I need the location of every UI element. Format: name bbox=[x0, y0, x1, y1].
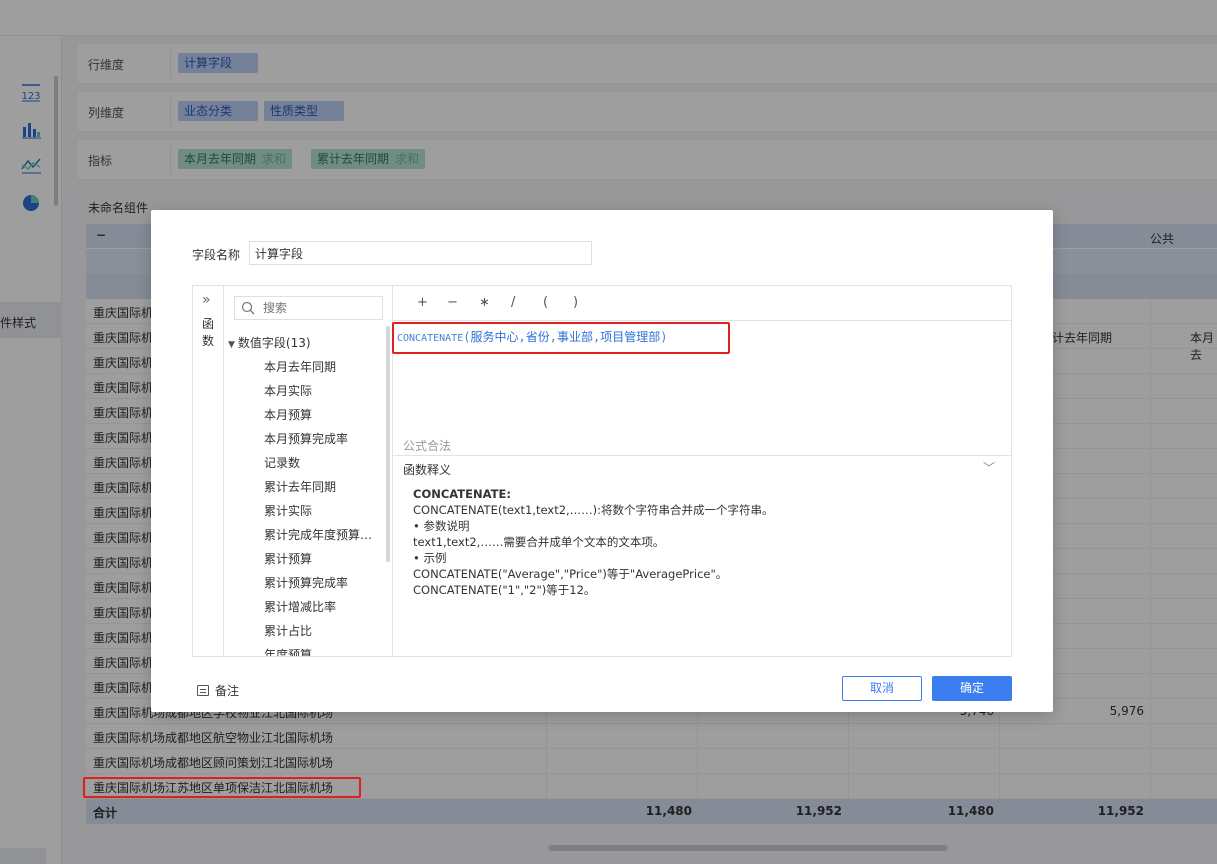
multiply-operator[interactable]: ∗ bbox=[479, 295, 490, 310]
annotation-highlight-row bbox=[83, 777, 361, 798]
function-explanation-title: 函数释义 bbox=[403, 463, 452, 477]
operator-bar: + − ∗ / ( ) bbox=[393, 286, 1011, 321]
calculated-field-dialog: 字段名称 » 函数 ▼数值字段(13) 本月去年同期 本月实际 本月预算 本月预… bbox=[151, 210, 1053, 712]
functions-label[interactable]: 函数 bbox=[202, 316, 216, 350]
field-item[interactable]: 本月去年同期 bbox=[264, 358, 379, 375]
explain-line: CONCATENATE("1","2")等于12。 bbox=[413, 583, 596, 597]
cancel-button[interactable]: 取消 bbox=[842, 676, 922, 701]
explain-line: text1,text2,……需要合并成单个文本的文本项。 bbox=[413, 535, 665, 549]
field-name-label: 字段名称 bbox=[192, 248, 241, 262]
expand-chevron-icon[interactable]: » bbox=[202, 292, 211, 308]
field-item[interactable]: 本月实际 bbox=[264, 382, 379, 399]
note-button[interactable]: 备注 bbox=[197, 682, 239, 699]
function-panel-toggle[interactable]: » 函数 bbox=[193, 286, 224, 656]
confirm-button[interactable]: 确定 bbox=[932, 676, 1012, 701]
explain-line: • 参数说明 bbox=[413, 519, 470, 533]
field-item[interactable]: 记录数 bbox=[264, 454, 379, 471]
formula-valid-status: 公式合法 bbox=[403, 439, 452, 453]
field-item[interactable]: 累计预算完成率 bbox=[264, 574, 379, 591]
field-name-input[interactable] bbox=[249, 241, 592, 265]
field-item[interactable]: 累计增减比率 bbox=[264, 598, 379, 615]
field-item[interactable]: 累计实际 bbox=[264, 502, 379, 519]
caret-down-icon: ▼ bbox=[228, 340, 235, 350]
field-item[interactable]: 累计去年同期 bbox=[264, 478, 379, 495]
close-paren-operator[interactable]: ) bbox=[573, 295, 578, 310]
field-list-panel: ▼数值字段(13) 本月去年同期 本月实际 本月预算 本月预算完成率 记录数 累… bbox=[224, 286, 393, 656]
chevron-down-icon[interactable]: ﹀ bbox=[983, 459, 995, 476]
field-item[interactable]: 累计预算 bbox=[264, 550, 379, 567]
plus-operator[interactable]: + bbox=[417, 295, 428, 310]
field-item[interactable]: 本月预算完成率 bbox=[264, 430, 379, 447]
field-item[interactable]: 本月预算 bbox=[264, 406, 379, 423]
explain-line: • 示例 bbox=[413, 551, 447, 565]
minus-operator[interactable]: − bbox=[447, 295, 458, 310]
annotation-highlight-formula bbox=[392, 322, 730, 354]
explain-line: CONCATENATE: bbox=[413, 487, 511, 501]
note-icon bbox=[197, 685, 209, 696]
formula-area: + − ∗ / ( ) CONCATENATE(服务中心,省份,事业部,项目管理… bbox=[392, 286, 1011, 656]
field-search[interactable] bbox=[234, 296, 383, 320]
function-explanation-header[interactable]: 函数释义 ﹀ bbox=[393, 455, 1011, 479]
function-explanation-body: CONCATENATE: CONCATENATE(text1,text2,……)… bbox=[413, 486, 774, 598]
explain-line: CONCATENATE(text1,text2,……):将数个字符串合并成一个字… bbox=[413, 503, 774, 517]
numeric-fields-group[interactable]: ▼ 数值字段(13) bbox=[228, 334, 311, 351]
field-item[interactable]: 累计完成年度预算… bbox=[264, 526, 379, 543]
field-item[interactable]: 年度预算 bbox=[264, 646, 379, 656]
search-icon bbox=[241, 301, 255, 315]
group-label: 数值字段(13) bbox=[237, 336, 311, 350]
note-label: 备注 bbox=[215, 684, 240, 698]
field-item[interactable]: 累计占比 bbox=[264, 622, 379, 639]
formula-editor: » 函数 ▼数值字段(13) 本月去年同期 本月实际 本月预算 本月预算完成率 … bbox=[192, 285, 1012, 657]
open-paren-operator[interactable]: ( bbox=[543, 295, 548, 310]
divide-operator[interactable]: / bbox=[511, 295, 515, 310]
field-list-scrollbar[interactable] bbox=[386, 326, 390, 562]
search-input[interactable] bbox=[263, 301, 373, 315]
explain-line: CONCATENATE("Average","Price")等于"Average… bbox=[413, 567, 728, 581]
